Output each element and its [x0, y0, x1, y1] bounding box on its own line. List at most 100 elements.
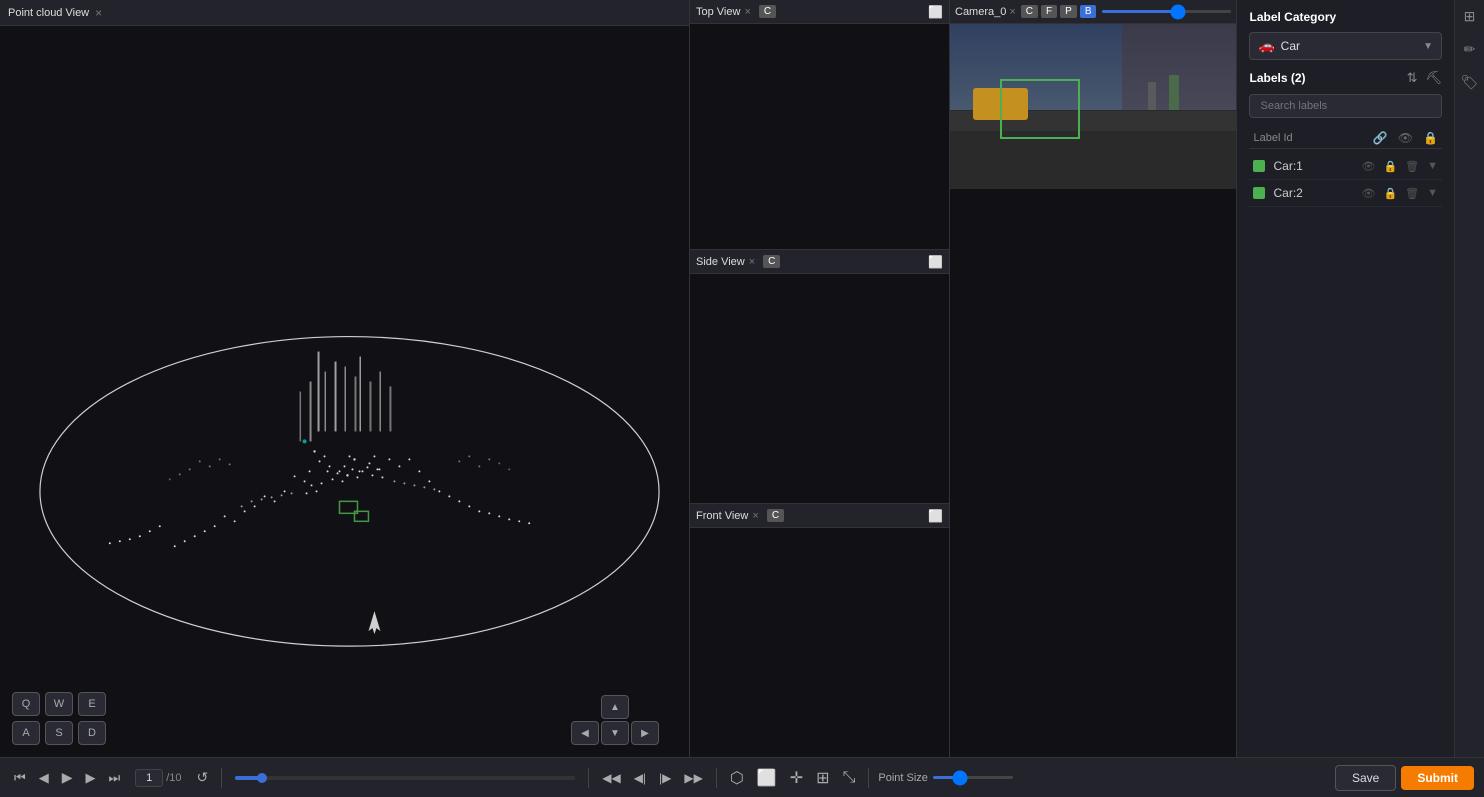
strip-icon-1[interactable]: ⊞ [1462, 6, 1478, 27]
camera-badge-f[interactable]: F [1041, 5, 1057, 18]
side-view-panel: Side View × C ⬜ [690, 250, 949, 504]
save-button[interactable]: Save [1335, 765, 1396, 791]
label-2-actions: 👁 🔒 🗑 ▼ [1361, 187, 1438, 200]
submit-button[interactable]: Submit [1401, 766, 1474, 790]
front-view-close[interactable]: × [752, 510, 758, 522]
side-view-badge[interactable]: C [763, 255, 780, 268]
key-e: E [78, 692, 106, 716]
play-next-btn[interactable]: ▶ [81, 768, 99, 788]
nav-up-btn[interactable]: ▲ [601, 695, 629, 719]
label-2-eye-icon[interactable]: 👁 [1361, 187, 1375, 200]
label-2-expand-icon[interactable]: ▼ [1427, 187, 1438, 199]
label-2-delete-icon[interactable]: 🗑 [1405, 187, 1419, 200]
play-first-btn[interactable]: ⏮ [10, 768, 30, 788]
front-view-badge[interactable]: C [767, 509, 784, 522]
toolbar-divider-2 [588, 768, 589, 788]
top-view-badge[interactable]: C [759, 5, 776, 18]
scrubber-thumb[interactable] [257, 773, 267, 783]
point-cloud-close[interactable]: × [95, 6, 102, 20]
speed-3-btn[interactable]: |▶ [655, 769, 675, 787]
header-actions: 🔗 👁 🔒 [1373, 131, 1438, 145]
play-last-btn[interactable]: ⏭ [104, 768, 124, 788]
play-btn[interactable]: ▶ [58, 767, 77, 788]
top-view-title: Top View [696, 6, 740, 18]
search-labels-input[interactable] [1249, 94, 1442, 118]
frame-display: /10 [135, 769, 181, 787]
key-s: S [45, 721, 73, 745]
toolbar-divider-3 [716, 768, 717, 788]
frame-total: /10 [166, 772, 181, 784]
nav-down-btn[interactable]: ▼ [601, 721, 629, 745]
side-view-maximize[interactable]: ⬜ [928, 255, 943, 269]
keyboard-controls: Q W E A S D [12, 692, 106, 745]
camera-close[interactable]: × [1009, 6, 1015, 18]
toolbar-divider-1 [221, 768, 222, 788]
point-cloud-view[interactable]: Q W E A S D ▲ ◀ [0, 26, 689, 757]
front-view-content [690, 528, 949, 757]
key-d: D [78, 721, 106, 745]
front-view-maximize[interactable]: ⬜ [928, 509, 943, 523]
labels-section: Labels (2) ⇅ ⛏ Label Id 🔗 [1249, 70, 1442, 747]
camera-badge-c[interactable]: C [1021, 5, 1038, 18]
camera-badge-b[interactable]: B [1080, 5, 1097, 18]
nav-arrows: ▲ ◀ ▼ ▶ [571, 695, 659, 745]
label-color-2 [1253, 187, 1265, 199]
speed-1-btn[interactable]: ◀◀ [598, 769, 624, 787]
tool-box-btn[interactable]: ⬜ [753, 766, 781, 790]
label-1-lock-icon[interactable]: 🔒 [1383, 160, 1397, 173]
strip-icon-2[interactable]: ✏ [1462, 39, 1478, 60]
camera-lower [950, 189, 1236, 757]
label-2-lock-icon[interactable]: 🔒 [1383, 187, 1397, 200]
label-name-2: Car:2 [1273, 186, 1361, 200]
tool-3d-btn[interactable]: ⬡ [726, 766, 748, 790]
sort-icon[interactable]: ⇅ [1407, 70, 1418, 86]
tool-move-btn[interactable]: ✛ [786, 766, 807, 790]
tool-fit-btn[interactable]: ⤡ [839, 767, 860, 789]
point-cloud-header: Point cloud View × [0, 0, 689, 26]
filter-icon[interactable]: ⛏ [1425, 70, 1442, 86]
dropdown-chevron-icon: ▼ [1423, 41, 1433, 52]
speed-2-btn[interactable]: ◀| [630, 769, 650, 787]
label-category-title: Label Category [1249, 10, 1442, 24]
label-1-eye-icon[interactable]: 👁 [1361, 160, 1375, 173]
label-item-2[interactable]: Car:2 👁 🔒 🗑 ▼ [1249, 180, 1442, 207]
label-1-delete-icon[interactable]: 🗑 [1405, 160, 1419, 173]
camera-slider[interactable] [1102, 10, 1231, 13]
camera-title: Camera_0 [955, 6, 1006, 18]
labels-title: Labels (2) [1249, 71, 1305, 85]
side-view-header: Side View × C ⬜ [690, 250, 949, 274]
camera-panel: Camera_0 × C F P B [950, 0, 1237, 757]
side-view-title: Side View [696, 256, 745, 268]
scrubber-track[interactable] [235, 776, 575, 780]
top-view-maximize[interactable]: ⬜ [928, 5, 943, 19]
tool-crop-btn[interactable]: ⊞ [812, 766, 833, 790]
top-view-header: Top View × C ⬜ [690, 0, 949, 24]
label-item-1[interactable]: Car:1 👁 🔒 🗑 ▼ [1249, 153, 1442, 180]
camera-badge-p[interactable]: P [1060, 5, 1077, 18]
top-view-content [690, 24, 949, 249]
labels-header-row: Labels (2) ⇅ ⛏ [1249, 70, 1442, 86]
top-view-close[interactable]: × [744, 6, 750, 18]
category-dropdown[interactable]: 🚗 Car ▼ [1249, 32, 1442, 60]
camera-image-view [950, 24, 1236, 189]
key-w: W [45, 692, 73, 716]
label-1-actions: 👁 🔒 🗑 ▼ [1361, 160, 1438, 173]
play-prev-btn[interactable]: ◀ [35, 768, 53, 788]
front-view-header: Front View × C ⬜ [690, 504, 949, 528]
speed-4-btn[interactable]: ▶▶ [680, 769, 706, 787]
strip-icon-3[interactable]: 🏷 [1459, 72, 1481, 93]
key-q: Q [12, 692, 40, 716]
point-size-slider[interactable] [933, 776, 1013, 779]
nav-right-btn[interactable]: ▶ [631, 721, 659, 745]
side-view-close[interactable]: × [749, 256, 755, 268]
label-id-header: Label Id [1253, 132, 1372, 144]
label-color-1 [1253, 160, 1265, 172]
search-wrap [1249, 94, 1442, 118]
top-view-panel: Top View × C ⬜ [690, 0, 949, 250]
refresh-btn[interactable]: ↺ [192, 767, 212, 788]
frame-input[interactable] [135, 769, 163, 787]
key-a: A [12, 721, 40, 745]
label-1-expand-icon[interactable]: ▼ [1427, 160, 1438, 172]
nav-left-btn[interactable]: ◀ [571, 721, 599, 745]
point-cloud-panel: Point cloud View × [0, 0, 690, 757]
